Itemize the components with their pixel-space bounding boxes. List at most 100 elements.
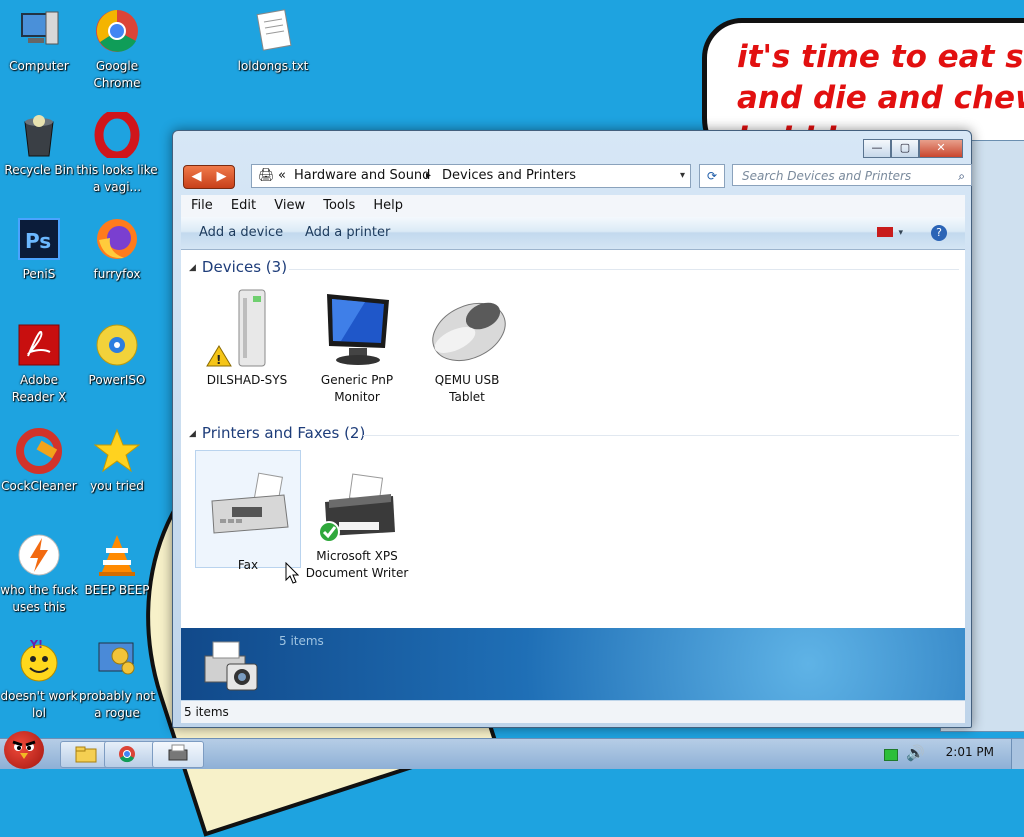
group-divider xyxy=(289,269,959,270)
control-panel-icon xyxy=(94,638,140,684)
firefox-icon xyxy=(94,216,140,262)
computer-tower-icon: ! xyxy=(205,286,289,370)
desktop-icon-poweriso[interactable]: PowerISO xyxy=(76,322,158,389)
group-header-printers[interactable]: ◢ Printers and Faxes (2) xyxy=(189,424,365,442)
show-desktop-button[interactable] xyxy=(1011,739,1024,769)
device-label: QEMU USB Tablet xyxy=(434,373,500,404)
back-button[interactable]: ◀ xyxy=(184,166,209,188)
recycle-bin-icon xyxy=(16,112,62,158)
menu-help[interactable]: Help xyxy=(373,198,403,213)
device-label: Generic PnP Monitor xyxy=(320,373,394,404)
desktop-icon-label: Recycle Bin xyxy=(4,163,74,177)
printer-icon xyxy=(168,744,188,761)
details-item-count: 5 items xyxy=(279,634,324,648)
minimize-button[interactable]: — xyxy=(863,139,891,158)
refresh-button[interactable]: ⟳ xyxy=(699,164,725,188)
status-item-count: 5 items xyxy=(184,705,229,719)
desktop-icon-label: PeniS xyxy=(22,267,56,281)
group-title: Printers and Faxes (2) xyxy=(201,424,366,442)
menu-bar: File Edit View Tools Help xyxy=(181,195,965,217)
desktop-icon-recycle-bin[interactable]: Recycle Bin xyxy=(0,112,80,179)
start-button[interactable] xyxy=(4,731,44,769)
address-bar[interactable]: 🖨 « Hardware and Sound ▸ Devices and Pri… xyxy=(251,164,691,188)
device-fax[interactable]: Fax xyxy=(195,450,301,572)
device-label: Microsoft XPS Document Writer xyxy=(305,549,409,580)
menu-edit[interactable]: Edit xyxy=(231,198,256,213)
poweriso-icon xyxy=(94,322,140,368)
desktop-icon-beep-beep[interactable]: BEEP BEEP xyxy=(76,532,158,599)
svg-text:Ps: Ps xyxy=(25,229,51,253)
desktop-icon-google-chrome[interactable]: Google Chrome xyxy=(76,8,158,92)
views-icon[interactable] xyxy=(877,227,893,237)
photoshop-icon: Ps xyxy=(16,216,62,262)
taskbar-clock[interactable]: 2:01 PM xyxy=(946,745,994,759)
address-prefix[interactable]: « xyxy=(278,165,286,187)
group-header-devices[interactable]: ◢ Devices (3) xyxy=(189,258,287,276)
menu-tools[interactable]: Tools xyxy=(323,198,355,213)
desktop-icon-yahoo[interactable]: Y! doesn't work lol xyxy=(0,638,80,722)
breadcrumb-separator[interactable]: ▸ xyxy=(426,165,431,187)
device-microsoft-xps-document-writer[interactable]: Microsoft XPS Document Writer xyxy=(305,470,409,582)
desktop-icon-photoshop[interactable]: Ps PeniS xyxy=(0,216,80,283)
desktop-icon-label: probably not a rogue xyxy=(78,689,156,720)
network-tray-icon[interactable] xyxy=(884,749,898,761)
desktop-icon-ccleaner[interactable]: CockCleaner xyxy=(0,428,80,495)
device-dilshad-sys[interactable]: ! DILSHAD-SYS xyxy=(195,286,299,389)
nav-buttons: ◀ ▶ xyxy=(183,165,235,189)
desktop-icon-not-a-rogue[interactable]: probably not a rogue xyxy=(76,638,158,722)
desktop-icon-opera[interactable]: this looks like a vagi... xyxy=(76,109,158,196)
address-dropdown-icon[interactable]: ▾ xyxy=(680,165,685,187)
maximize-button[interactable]: ▢ xyxy=(891,139,919,158)
opera-icon xyxy=(94,109,140,161)
search-input[interactable]: Search Devices and Printers ⌕ xyxy=(732,164,972,186)
command-bar: Add a device Add a printer ▾ ? xyxy=(181,217,965,250)
desktop-icon-you-tried[interactable]: you tried xyxy=(76,428,158,495)
desktop-icon-who-uses-this[interactable]: who the fuck uses this xyxy=(0,532,80,616)
desktop-icon-label: BEEP BEEP xyxy=(84,583,150,597)
device-generic-pnp-monitor[interactable]: Generic PnP Monitor xyxy=(305,286,409,406)
desktop-icon-label: Adobe Reader X xyxy=(11,373,67,404)
search-placeholder: Search Devices and Printers xyxy=(742,169,912,183)
add-device-button[interactable]: Add a device xyxy=(199,217,283,249)
navigation-bar: ◀ ▶ 🖨 « Hardware and Sound ▸ Devices and… xyxy=(183,164,972,189)
breadcrumb-hardware-and-sound[interactable]: Hardware and Sound xyxy=(294,165,430,187)
star-icon xyxy=(93,428,141,474)
mouse-pointer-icon xyxy=(285,561,300,587)
add-printer-button[interactable]: Add a printer xyxy=(305,217,390,249)
svg-text:!: ! xyxy=(216,353,221,367)
fax-icon xyxy=(206,471,290,555)
taskbar-chrome-button[interactable] xyxy=(104,741,156,768)
search-icon[interactable]: ⌕ xyxy=(958,165,965,187)
help-button[interactable]: ? xyxy=(931,225,947,241)
devices-and-printers-window: — ▢ ✕ ◀ ▶ 🖨 « Hardware and Sound ▸ Devic… xyxy=(172,130,972,728)
devices-content-pane: ◢ Devices (3) ! DILSHAD-SYS Generic PnP M… xyxy=(181,250,965,628)
desktop-icon-label: you tried xyxy=(90,479,144,493)
desktop-icon-loldongs[interactable]: loldongs.txt xyxy=(232,8,314,75)
adobe-reader-icon xyxy=(16,322,62,368)
views-dropdown-icon[interactable]: ▾ xyxy=(898,217,903,249)
group-title: Devices (3) xyxy=(201,258,288,276)
breadcrumb-devices-and-printers[interactable]: Devices and Printers xyxy=(442,165,576,187)
collapse-triangle-icon[interactable]: ◢ xyxy=(189,263,196,273)
camera-printer-icon xyxy=(199,634,265,699)
forward-button[interactable]: ▶ xyxy=(209,166,234,188)
desktop-icon-adobe-reader[interactable]: Adobe Reader X xyxy=(0,322,80,406)
device-qemu-usb-tablet[interactable]: QEMU USB Tablet xyxy=(415,286,519,406)
angry-bird-icon xyxy=(12,740,36,759)
device-label: DILSHAD-SYS xyxy=(206,373,288,387)
collapse-triangle-icon[interactable]: ◢ xyxy=(189,429,196,439)
desktop-icon-label: who the fuck uses this xyxy=(0,583,78,614)
desktop-icon-firefox[interactable]: furryfox xyxy=(76,216,158,283)
taskbar-devices-printers-button[interactable] xyxy=(152,741,204,768)
mouse-icon xyxy=(425,286,509,370)
menu-file[interactable]: File xyxy=(191,198,213,213)
svg-text:Y!: Y! xyxy=(29,638,43,651)
desktop-icon-label: furryfox xyxy=(93,267,141,281)
close-button[interactable]: ✕ xyxy=(919,139,963,158)
group-divider xyxy=(363,435,959,436)
volume-tray-icon[interactable]: 🔊 xyxy=(906,744,925,762)
taskbar: 🔊 2:01 PM xyxy=(0,731,1024,769)
menu-view[interactable]: View xyxy=(274,198,305,213)
desktop-icon-computer[interactable]: Computer xyxy=(0,8,80,75)
lightning-app-icon xyxy=(16,532,62,578)
